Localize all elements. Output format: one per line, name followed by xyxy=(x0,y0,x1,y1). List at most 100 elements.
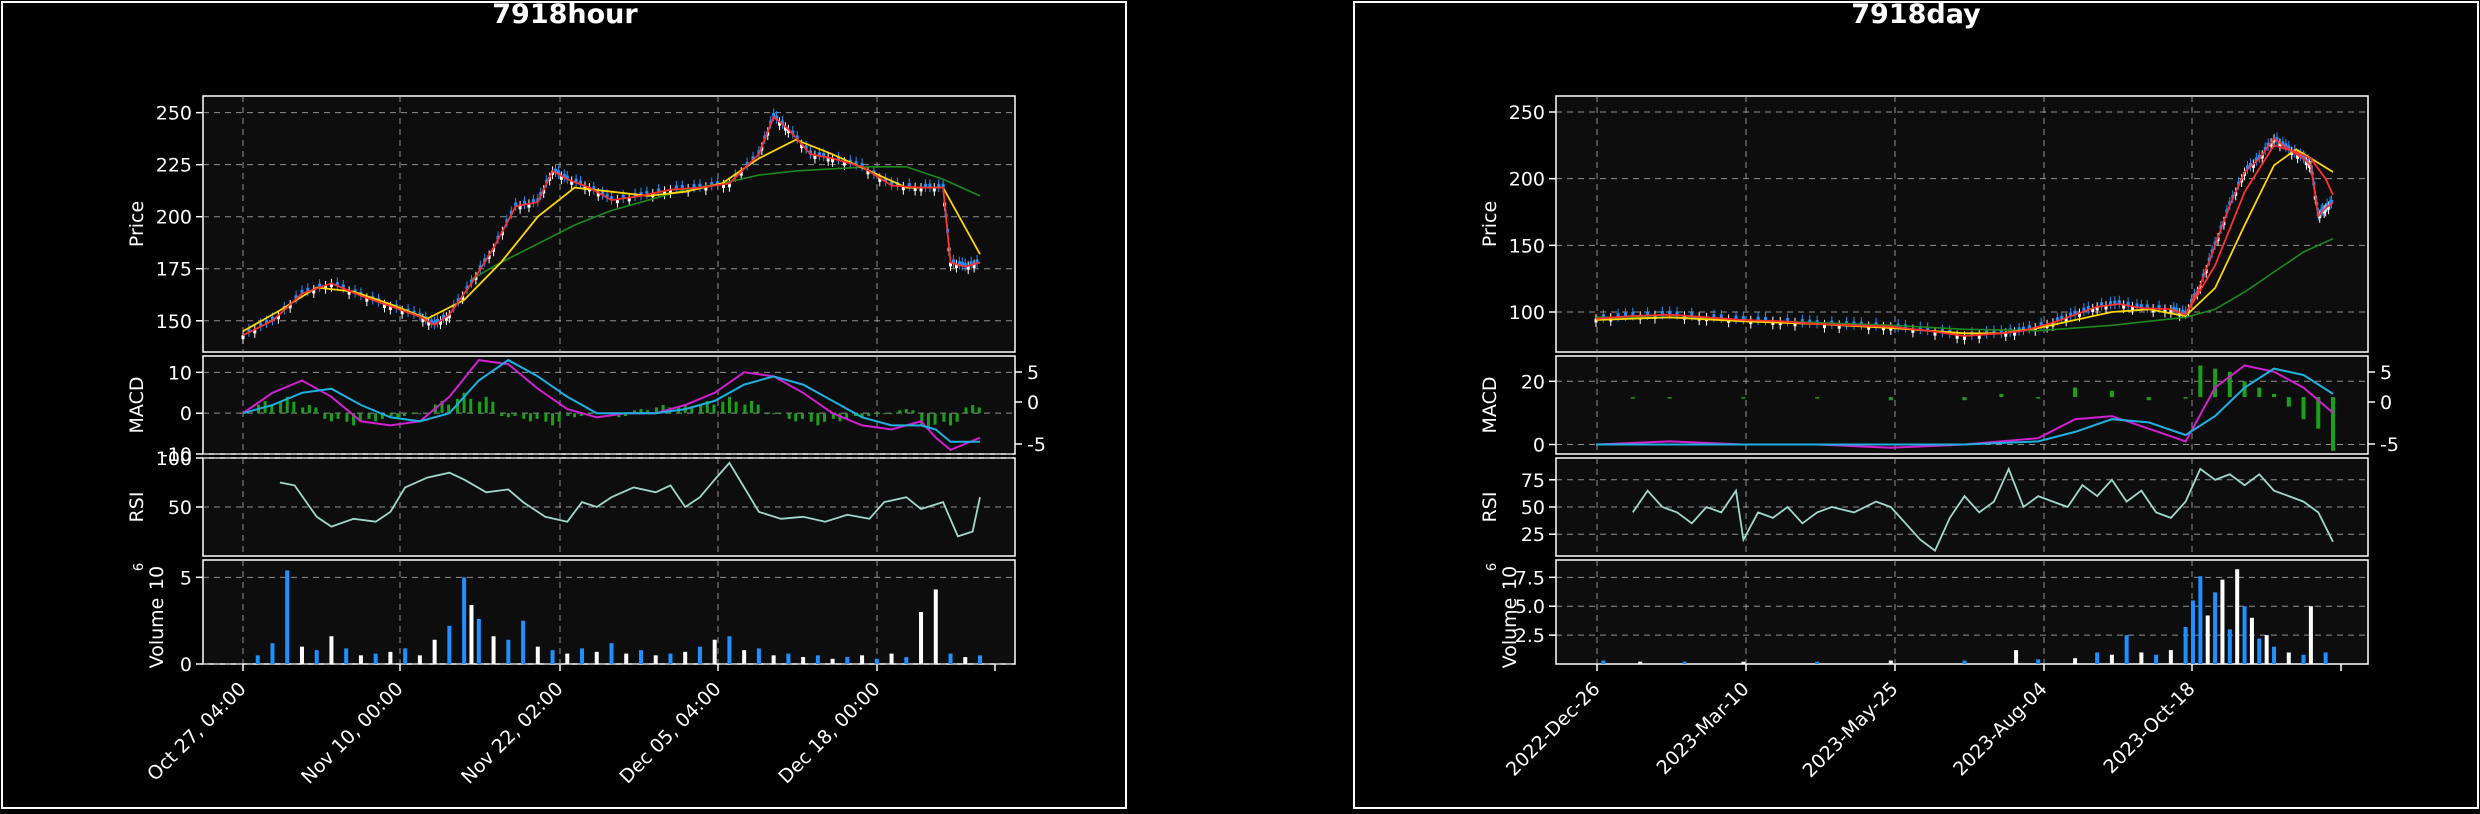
y-tick-label: 150 xyxy=(1509,235,1545,257)
macd-hist-bar xyxy=(345,413,349,422)
macd-hist-bar xyxy=(566,413,570,417)
macd-hist-bar xyxy=(557,413,561,422)
volume-bar xyxy=(1888,660,1893,664)
macd-hist-bar xyxy=(588,413,592,415)
volume-bar xyxy=(919,612,924,664)
volume-bar xyxy=(904,657,909,664)
volume-bar xyxy=(1815,661,1820,664)
volume-axis-label: Volume xyxy=(1499,598,1521,669)
macd-hist-bar xyxy=(1667,397,1672,399)
volume-bar xyxy=(2235,569,2240,664)
volume-bar xyxy=(756,648,761,664)
macd-hist-bar xyxy=(765,413,769,415)
macd-hist-bar xyxy=(712,404,716,414)
volume-bar xyxy=(2198,576,2203,664)
macd-hist-bar xyxy=(513,413,517,417)
volume-bar xyxy=(948,653,953,664)
chart-title: 7918day xyxy=(1851,0,1981,30)
volume-bar xyxy=(2249,617,2254,664)
macd-hist-bar xyxy=(911,410,915,414)
volume-bar xyxy=(801,657,806,664)
macd-hist-bar xyxy=(882,413,886,415)
volume-bar xyxy=(1638,661,1643,664)
volume-bar xyxy=(535,646,540,664)
macd-hist-bar xyxy=(933,413,937,425)
volume-bar xyxy=(358,655,363,664)
macd-hist-bar xyxy=(469,398,473,414)
volume-bar xyxy=(447,625,452,664)
macd-hist-bar xyxy=(1630,397,1635,399)
y-tick-label: 200 xyxy=(1509,169,1545,191)
macd-axis-label: MACD xyxy=(1479,377,1501,434)
y-right-tick-label: 5 xyxy=(2380,362,2392,384)
y-tick-label: 0 xyxy=(180,403,192,425)
x-tick-label: Dec 05, 04:00 xyxy=(615,678,725,788)
price-axis-label: Price xyxy=(126,201,148,247)
volume-bar xyxy=(2036,659,2041,664)
macd-hist-bar xyxy=(787,413,791,419)
volume-bar xyxy=(329,636,334,664)
volume-bar xyxy=(638,650,643,664)
y-tick-label: 225 xyxy=(156,155,192,177)
macd-hist-bar xyxy=(2183,397,2188,399)
y-tick-label: 0 xyxy=(180,654,192,676)
volume-bar xyxy=(255,655,260,664)
x-tick-label: Dec 18, 00:00 xyxy=(774,678,884,788)
volume-bar xyxy=(978,655,982,664)
x-tick-label: 2023-Oct-18 xyxy=(2099,678,2199,778)
macd-hist-bar xyxy=(2272,393,2277,398)
y-tick-label: 100 xyxy=(156,448,192,470)
macd-hist-bar xyxy=(1962,397,1967,401)
macd-hist-bar xyxy=(292,401,296,414)
macd-hist-bar xyxy=(307,405,311,414)
macd-hist-bar xyxy=(2301,397,2306,420)
volume-exponent-base: 10 xyxy=(1499,566,1521,590)
volume-bar xyxy=(2213,592,2218,664)
price-panel xyxy=(202,95,1016,353)
macd-hist-bar xyxy=(418,413,422,415)
macd-hist-bar xyxy=(2331,397,2335,451)
volume-bar xyxy=(2257,638,2262,664)
macd-hist-bar xyxy=(721,401,725,414)
volume-bar xyxy=(2095,652,2100,664)
volume-bar xyxy=(653,655,658,664)
volume-bar xyxy=(2205,615,2210,664)
hourly-figure: 7918hour Oct 27, 04:00 Nov 10, 00:00 Nov 2… xyxy=(1,0,1127,809)
volume-bar xyxy=(476,618,481,664)
macd-hist-bar xyxy=(772,413,776,415)
volume-bar xyxy=(2139,652,2144,664)
y-tick-label: 100 xyxy=(1509,302,1545,324)
volume-bar xyxy=(2323,652,2328,664)
macd-hist-bar xyxy=(323,413,327,419)
macd-panel xyxy=(202,355,1016,455)
y-right-tick-label: 0 xyxy=(1027,392,1039,414)
volume-bar xyxy=(270,643,275,664)
macd-hist-bar xyxy=(374,413,378,422)
chart-canvas: 7918hour Oct 27, 04:00 Nov 10, 00:00 Nov 2… xyxy=(1,0,2479,809)
volume-bar xyxy=(624,653,629,664)
volume-bar xyxy=(2220,579,2225,664)
macd-hist-bar xyxy=(573,413,577,418)
volume-bar xyxy=(1962,660,1967,664)
volume-bar xyxy=(712,639,717,664)
y-tick-label: 25 xyxy=(1521,524,1545,546)
macd-hist-bar xyxy=(964,407,968,414)
macd-hist-bar xyxy=(876,413,880,415)
x-tick-label: 2023-Mar-10 xyxy=(1653,678,1754,779)
macd-hist-bar xyxy=(2286,397,2291,407)
macd-axis-label: MACD xyxy=(126,377,148,434)
macd-hist-bar xyxy=(314,407,318,414)
volume-bar xyxy=(683,651,688,664)
macd-hist-bar xyxy=(2036,397,2041,399)
y-right-tick-label: 0 xyxy=(2380,392,2392,414)
macd-hist-bar xyxy=(904,409,908,414)
macd-hist-bar xyxy=(977,407,981,414)
macd-hist-bar xyxy=(800,413,804,419)
macd-hist-bar xyxy=(535,413,539,419)
y-tick-label: 50 xyxy=(1521,497,1545,519)
macd-hist-bar xyxy=(2146,397,2151,401)
volume-bar xyxy=(963,657,968,664)
volume-bar xyxy=(2109,654,2114,664)
macd-hist-bar xyxy=(889,413,893,415)
volume-bar xyxy=(815,655,820,664)
